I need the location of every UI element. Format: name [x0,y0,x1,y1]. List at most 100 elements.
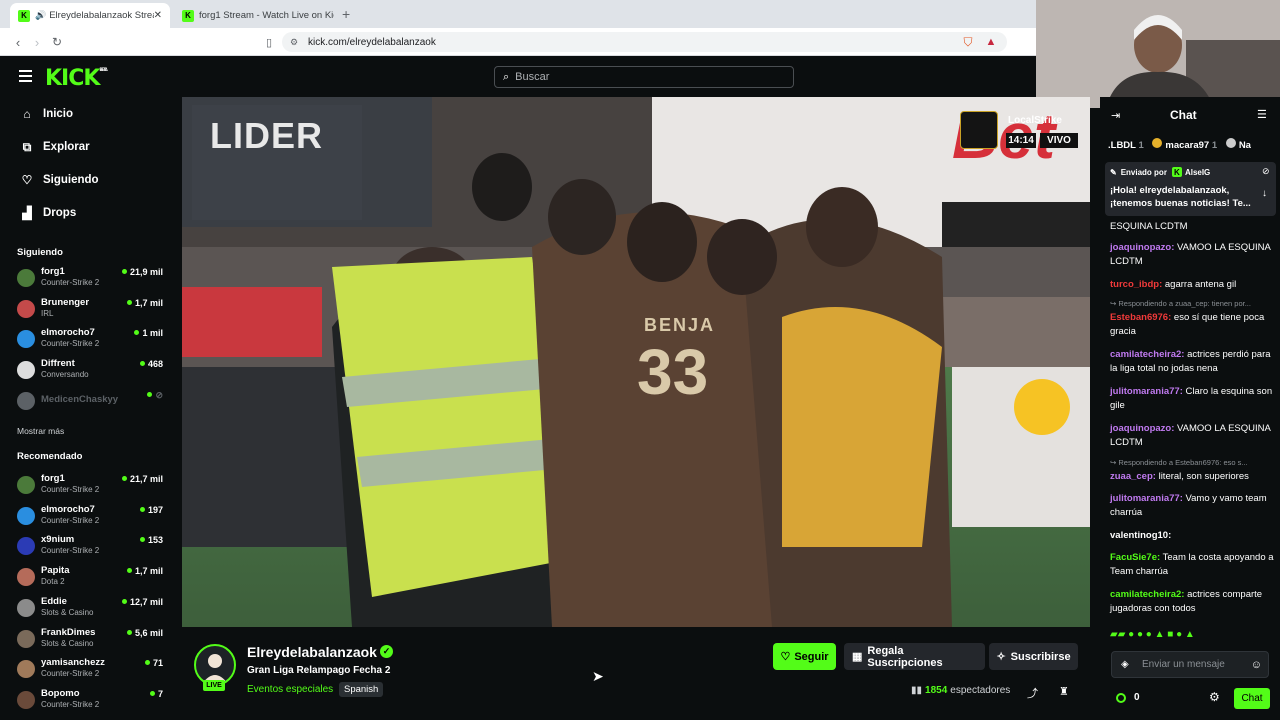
channel-viewers: 1,7 mil [127,566,163,576]
gifter-badge-icon [1152,138,1163,148]
kick-logo[interactable]: KICKBETA [45,66,108,91]
channel-item[interactable]: Eddie Slots & Casino 12,7 mil [17,595,167,623]
channel-category: Conversando [41,370,89,380]
site-info-icon[interactable]: ⚙ [290,37,298,48]
chat-username[interactable]: julitomarania77: [1110,493,1183,504]
gift-subs-button[interactable]: ▦ Regala Suscripciones [844,643,985,670]
bookmark-icon[interactable]: ▯ [260,33,278,51]
subscribe-button[interactable]: ✧ Suscribirse [989,643,1078,670]
channel-item[interactable]: elmorocho7 Counter-Strike 2 197 [17,503,167,531]
brave-shield-icon[interactable]: ⛉ [959,33,977,51]
channel-item[interactable]: Papita Dota 2 1,7 mil [17,564,167,592]
channel-item[interactable]: elmorocho7 Counter-Strike 2 1 mil [17,326,167,354]
chat-username[interactable]: valentinog10: [1110,530,1171,541]
nav-item-explorar[interactable]: ⧉ Explorar [20,137,90,157]
language-tag[interactable]: Spanish [339,682,384,697]
channel-avatar [17,660,35,679]
emoji-icon[interactable]: ☺ [1251,659,1262,671]
gifter-name: macara97 [1165,140,1210,151]
webcam-overlay [1036,0,1280,108]
menu-icon[interactable] [19,70,32,82]
video-player[interactable]: LIDER Bet BENJA 33 LocalStrike 14:14 VIV… [182,97,1090,627]
channel-name: MedicenChaskyy [41,393,119,405]
chat-username[interactable]: camilatecheira2: [1110,589,1184,600]
tab-speaker-icon: 🔊 [35,10,47,20]
channel-category: Counter-Strike 2 [41,278,100,287]
search-icon: ⌕ [503,70,510,83]
jersey-name: BENJA [644,315,716,335]
unpin-icon[interactable]: ⊘ [1262,166,1270,177]
chat-send-button[interactable]: Chat [1234,688,1270,709]
chat-username[interactable]: joaquinopazo: [1110,242,1174,253]
channel-item[interactable]: forg1 Counter-Strike 2 21,9 mil [17,265,167,293]
pin-icon: ✎ [1110,167,1117,177]
live-badge: LIVE [203,680,225,691]
drops-icon: ▟ [22,206,32,220]
channel-item[interactable]: FrankDimes Slots & Casino 5,6 mil [17,626,167,654]
chat-username[interactable]: zuaa_cep: [1110,471,1156,482]
users-icon[interactable]: ☰ [1257,108,1267,121]
channel-name: elmorocho7 [41,503,95,515]
channel-avatar [17,330,35,349]
channel-name: forg1 [41,473,65,484]
video-frame [182,97,1090,627]
show-more-link[interactable]: Mostrar más [17,426,64,436]
chat-username[interactable]: joaquinopazo: [1110,423,1174,434]
chat-message: FacuSie7e: Team la costa apoyando a Team… [1110,551,1275,579]
channel-viewers: 12,7 mil [122,597,163,607]
nav-item-drops[interactable]: ▟ Drops [20,203,76,223]
gifter-count: 1 [1138,140,1144,151]
chat-message: julitomarania77: Vamo y vamo team charrú… [1110,492,1275,520]
close-tab-icon[interactable]: ✕ [154,10,162,21]
settings-gear-icon[interactable]: ⚙ [1209,690,1220,704]
reload-icon[interactable]: ↻ [48,33,66,51]
search-input[interactable]: ⌕ Buscar [494,66,794,88]
gifter-badge-icon [1225,138,1236,148]
channel-item[interactable]: forg1 Counter-Strike 2 21,7 mil [17,472,167,500]
nav-label: Inicio [43,108,74,120]
chat-input[interactable]: ◈ Enviar un mensaje ☺ [1111,651,1269,678]
back-icon[interactable]: ‹ [9,33,27,51]
channel-item[interactable]: Bopomo Counter-Strike 2 7 [17,687,167,715]
channel-item[interactable]: Diffrent Conversando 468 [17,357,167,385]
chat-reply-context: ↪ Respondiendo a zuaa_cep: tienen por... [1110,299,1251,308]
browser-tab-active[interactable]: K 🔊 Elreydelabalanzaok Stream - ✕ [10,3,170,28]
channel-name: yamisanchezz [41,657,105,669]
kick-favicon-icon: K [182,9,194,22]
jersey-number: 33 [637,336,709,408]
chat-username[interactable]: Esteban6976: [1110,312,1171,323]
video-banner-left: LIDER [210,115,323,156]
pinned-message[interactable]: ✎ Enviado por K AlseIG ¡Hola! elreydelab… [1105,162,1276,216]
subscribe-label: Suscribirse [1010,650,1071,663]
channel-item[interactable]: Brunenger IRL 1,7 mil [17,296,167,324]
kick-favicon-icon: K [18,9,30,22]
channel-viewers: 71 [145,658,163,668]
collapse-chat-icon[interactable]: ⇥ [1111,109,1120,122]
share-icon[interactable]: ⤴ [1027,685,1038,701]
follow-button[interactable]: ♡ Seguir [773,643,836,670]
clip-icon[interactable]: ♜ [1059,685,1069,698]
channel-category: IRL [41,308,54,318]
browser-tab[interactable]: K forg1 Stream - Watch Live on Kick [174,3,334,28]
overlay-time: 14:14 [1006,133,1036,148]
channel-points[interactable]: 0 [1116,692,1140,703]
expand-icon[interactable]: ↓ [1262,188,1267,199]
channel-item[interactable]: MedicenChaskyy ⊘ [17,388,167,416]
channel-item[interactable]: x9nium Counter-Strike 2 153 [17,533,167,561]
url-field[interactable]: ⚙ kick.com/elreydelabalanzaok [282,32,1007,52]
nav-label: Siguiendo [43,174,99,186]
chat-username[interactable]: turco_ibdp: [1110,279,1162,290]
streamer-name[interactable]: Elreydelabalanzaok [247,644,377,660]
gifter-name: Na [1238,140,1251,151]
chat-username[interactable]: FacuSie7e: [1110,552,1160,563]
nav-item-siguiendo[interactable]: ♡ Siguiendo [20,170,99,190]
forward-icon[interactable]: › [28,33,46,51]
nav-item-inicio[interactable]: ⌂ Inicio [20,104,73,124]
heart-icon: ♡ [21,173,33,187]
category-link[interactable]: Eventos especiales [247,684,333,695]
brave-rewards-icon[interactable]: ▲ [982,33,1000,51]
channel-item[interactable]: yamisanchezz Counter-Strike 2 71 [17,656,167,684]
chat-username[interactable]: julitomarania77: [1110,386,1183,397]
new-tab-button[interactable]: + [342,6,350,22]
chat-username[interactable]: camilatecheira2: [1110,349,1184,360]
